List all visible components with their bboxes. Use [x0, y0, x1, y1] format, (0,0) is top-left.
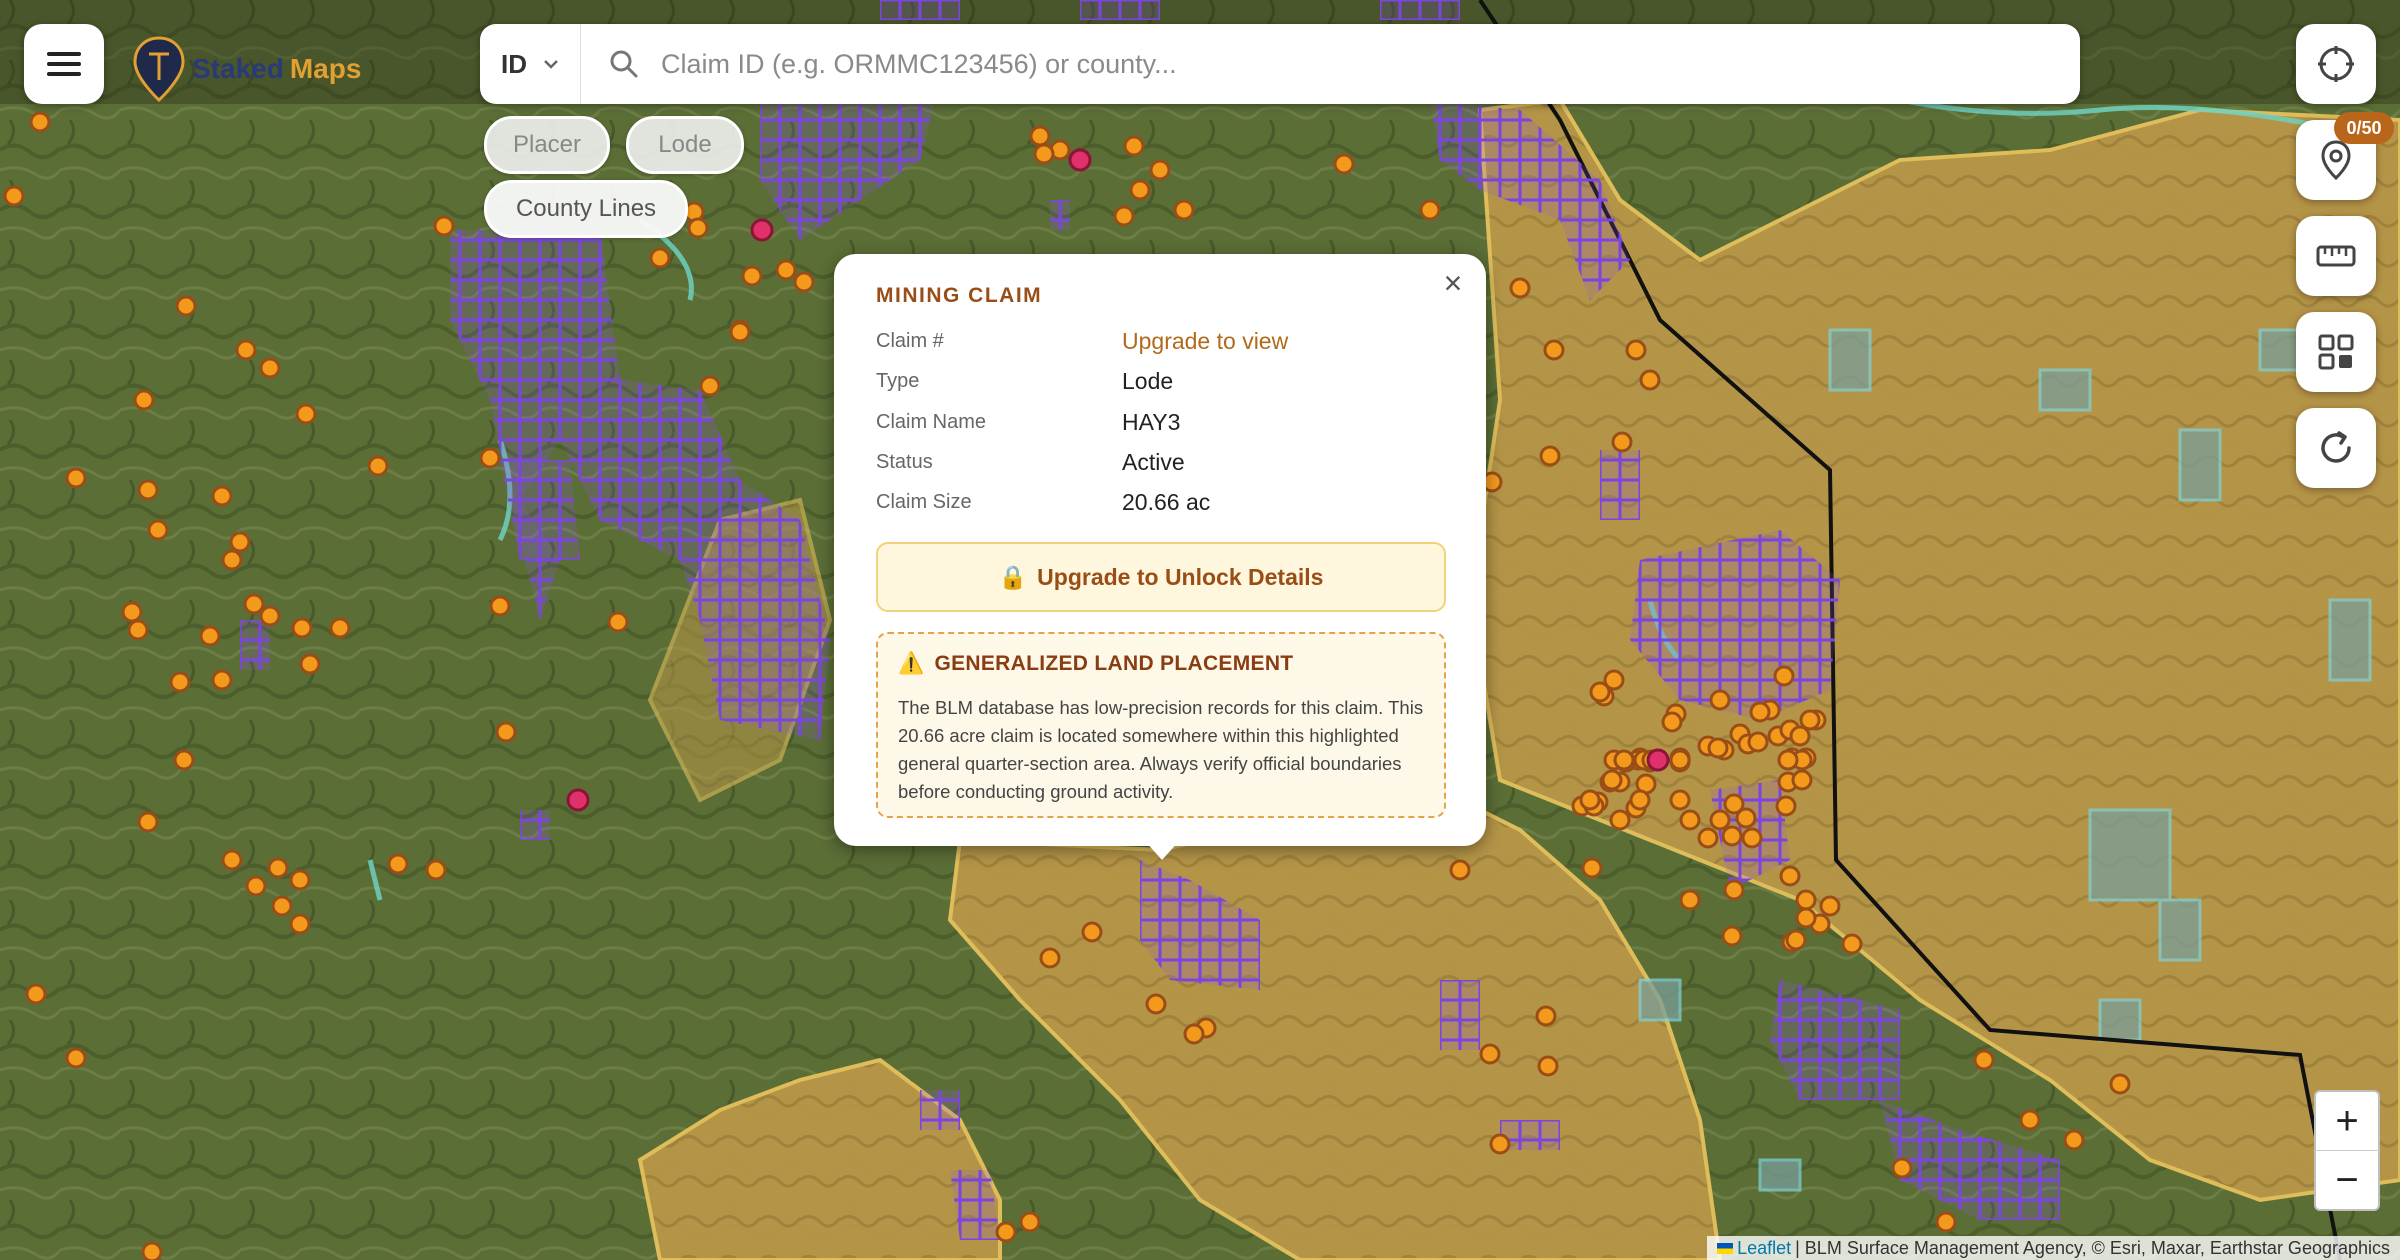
filter-chip-lode[interactable]: Lode [626, 116, 744, 174]
row-value: Active [1122, 449, 1185, 475]
zoom-in-button[interactable]: + [2314, 1090, 2380, 1152]
close-icon[interactable]: × [1438, 265, 1468, 301]
generalized-placement-warning: ⚠️ GENERALIZED LAND PLACEMENT The BLM da… [876, 632, 1446, 818]
map-pin-icon [2321, 140, 2351, 181]
refresh-icon [2321, 431, 2351, 463]
row-label: Claim Size [876, 491, 972, 513]
filter-chip-placer[interactable]: Placer [484, 116, 610, 174]
attribution-text: | BLM Surface Management Agency, © Esri,… [1795, 1237, 2390, 1258]
measure-button[interactable] [2296, 216, 2376, 296]
warning-title: ⚠️ GENERALIZED LAND PLACEMENT [898, 652, 1424, 676]
leaflet-link[interactable]: Leaflet [1737, 1238, 1791, 1259]
upgrade-button-label: Upgrade to Unlock Details [1037, 563, 1324, 590]
menu-button[interactable] [24, 24, 104, 104]
zoom-out-button[interactable]: − [2314, 1150, 2380, 1211]
popup-row-type: Type Lode [876, 368, 1446, 395]
pin-counter-badge: 0/50 [2334, 112, 2394, 144]
search-bar: ID [480, 24, 2080, 104]
row-value: Lode [1122, 368, 1174, 394]
popup-row-claim-name: Claim Name HAY3 [876, 409, 1446, 436]
upgrade-unlock-button[interactable]: 🔒 Upgrade to Unlock Details [876, 542, 1446, 612]
brand-name-part1: Staked [192, 53, 284, 84]
flag-icon [1717, 1242, 1734, 1254]
popup-title: MINING CLAIM [876, 284, 1043, 307]
chevron-down-icon [544, 60, 558, 69]
refresh-button[interactable] [2296, 408, 2376, 488]
warning-title-text: GENERALIZED LAND PLACEMENT [934, 652, 1294, 675]
popup-pointer [1144, 840, 1180, 860]
search-icon [610, 50, 638, 78]
row-value: HAY3 [1122, 409, 1181, 435]
warning-text: The BLM database has low-precision recor… [898, 697, 1424, 802]
map-pin-logo-icon [133, 36, 185, 102]
grid-icon [2318, 334, 2354, 370]
crosshair-icon [2318, 46, 2354, 82]
layers-button[interactable] [2296, 312, 2376, 392]
row-label: Type [876, 370, 920, 392]
ruler-icon [2316, 245, 2356, 267]
row-value: 20.66 ac [1122, 489, 1211, 515]
row-label: Claim # [876, 330, 944, 352]
row-label: Status [876, 451, 933, 473]
state-select-value: ID [501, 48, 527, 79]
popup-row-status: Status Active [876, 449, 1446, 476]
app-logo[interactable]: Staked Maps [132, 34, 361, 104]
brand-name-part2: Maps [289, 53, 362, 84]
claim-popup: × MINING CLAIM Claim # Upgrade to view T… [834, 254, 1486, 846]
warning-icon: ⚠️ [898, 652, 925, 675]
search-input[interactable] [659, 47, 2043, 81]
state-select[interactable]: ID [480, 24, 581, 104]
lock-icon: 🔒 [998, 563, 1028, 590]
row-label: Claim Name [876, 411, 987, 433]
upgrade-to-view-link[interactable]: Upgrade to view [1122, 328, 1288, 355]
map-attribution: Leaflet | BLM Surface Management Agency,… [1707, 1236, 2400, 1260]
popup-row-claim-size: Claim Size 20.66 ac [876, 489, 1446, 516]
locate-button[interactable] [2296, 24, 2376, 104]
hamburger-icon [47, 52, 81, 76]
popup-row-claim-number: Claim # Upgrade to view [876, 328, 1446, 355]
filter-chip-county-lines[interactable]: County Lines [484, 180, 688, 238]
